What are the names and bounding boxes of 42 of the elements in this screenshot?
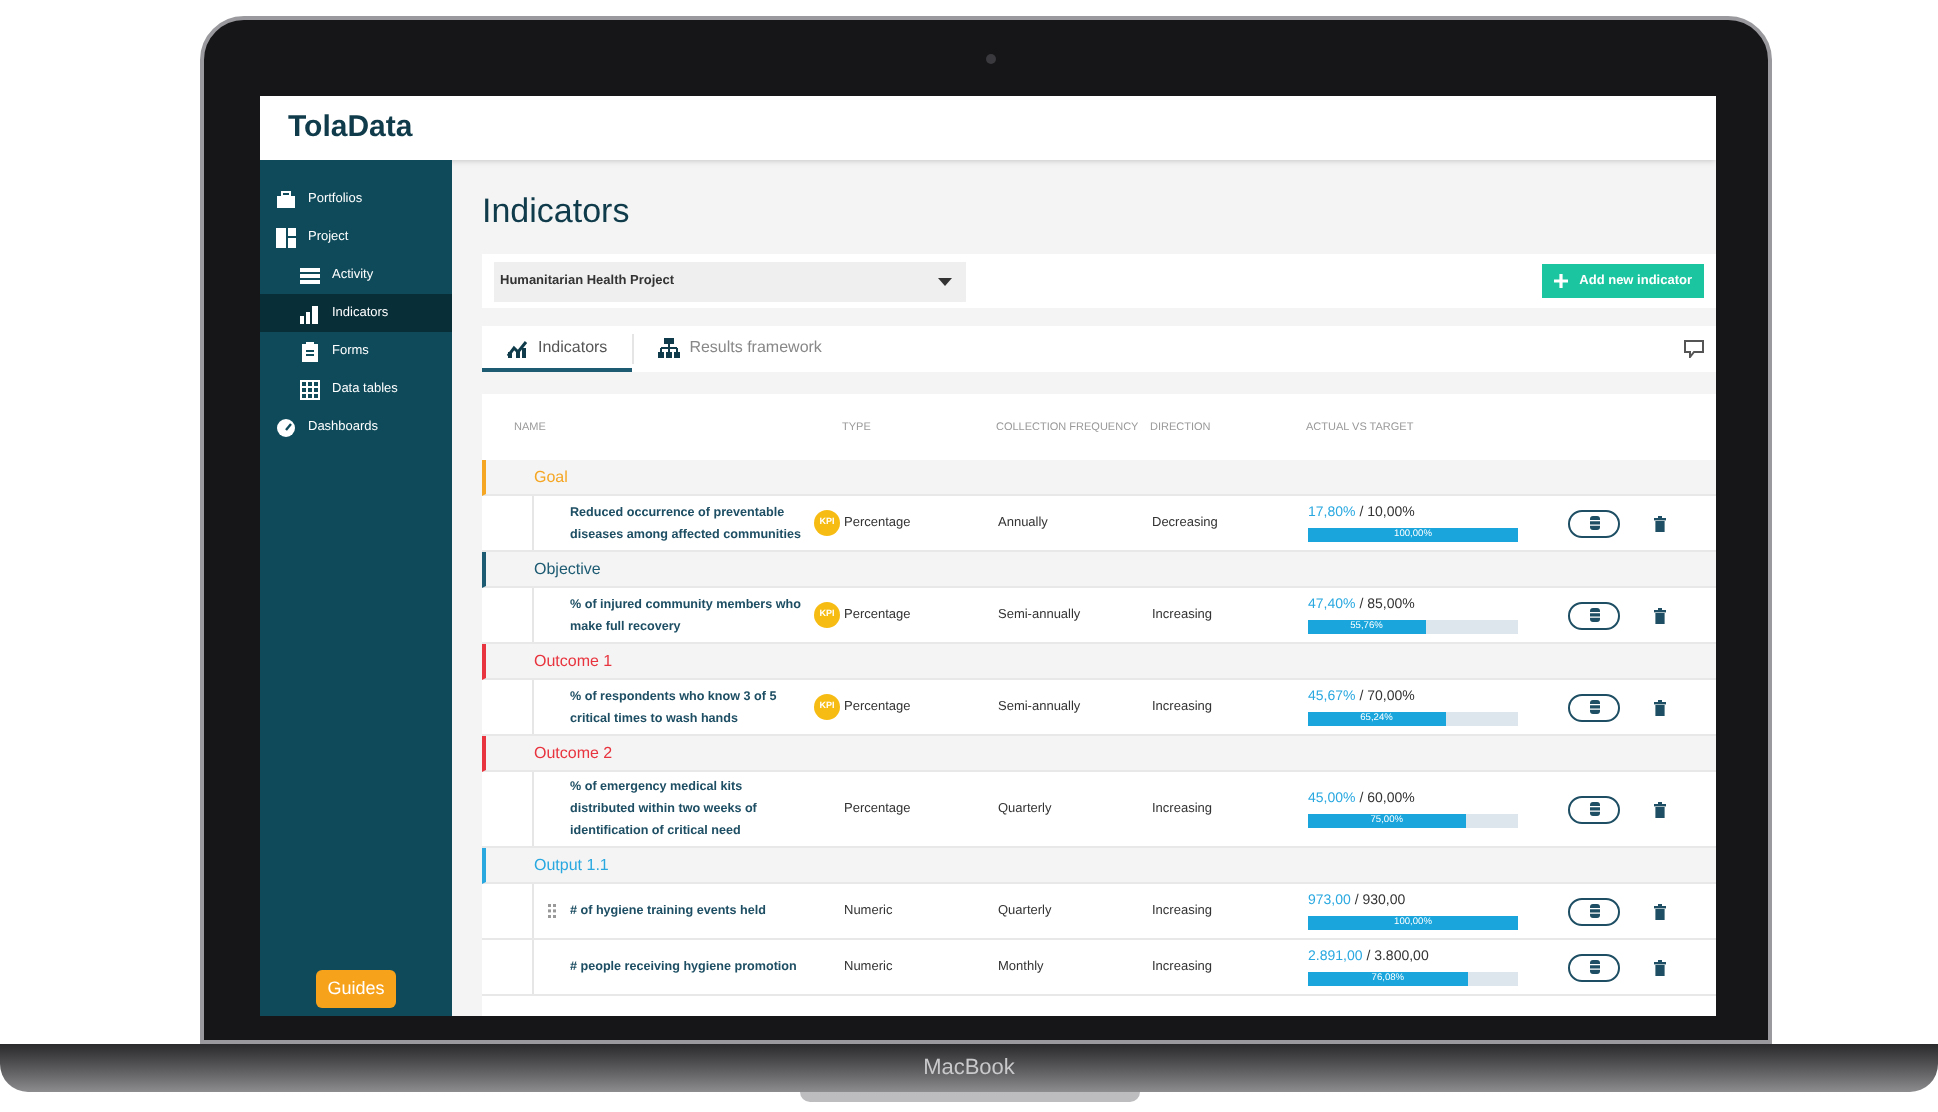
- table-icon: [300, 379, 322, 399]
- database-icon: [1589, 960, 1599, 974]
- tab[interactable]: Results framework: [633, 326, 846, 372]
- app-logo: TolaData: [288, 107, 413, 148]
- level-label: Outcome 1: [534, 649, 613, 673]
- trash-icon[interactable]: [1654, 515, 1666, 531]
- clipboard-icon: [300, 341, 322, 361]
- tab[interactable]: Indicators: [482, 326, 632, 372]
- data-button[interactable]: [1568, 953, 1620, 981]
- camera-icon: [986, 54, 996, 64]
- trash-icon[interactable]: [1654, 699, 1666, 715]
- data-button[interactable]: [1568, 601, 1620, 629]
- bar-chart-icon: [300, 303, 322, 323]
- data-button[interactable]: [1568, 795, 1620, 823]
- device-label: MacBook: [923, 1054, 1015, 1084]
- trash-icon[interactable]: [1654, 607, 1666, 623]
- list-icon: [300, 265, 322, 285]
- hierarchy-icon: [657, 337, 680, 357]
- level-label: Outcome 2: [534, 741, 613, 765]
- database-icon: [1589, 904, 1599, 918]
- level-label: Goal: [534, 465, 568, 489]
- data-button[interactable]: [1568, 693, 1620, 721]
- trash-icon[interactable]: [1654, 801, 1666, 817]
- drag-handle-icon[interactable]: [548, 904, 556, 918]
- page-title: Indicators: [482, 190, 632, 234]
- comment-icon: [1684, 340, 1704, 358]
- plus-icon: [1553, 274, 1568, 288]
- level-label: Objective: [534, 557, 601, 581]
- layout-icon: [276, 227, 298, 247]
- data-button[interactable]: [1568, 509, 1620, 537]
- database-icon: [1589, 700, 1599, 714]
- briefcase-icon: [276, 189, 298, 209]
- chart-icon: [506, 337, 528, 357]
- trash-icon[interactable]: [1654, 903, 1666, 919]
- trash-icon[interactable]: [1654, 959, 1666, 975]
- level-label: Output 1.1: [534, 853, 609, 877]
- database-icon: [1589, 802, 1599, 816]
- data-button[interactable]: [1568, 897, 1620, 925]
- caret-icon: [938, 277, 952, 285]
- gauge-icon: [276, 417, 298, 437]
- database-icon: [1589, 608, 1599, 622]
- database-icon: [1589, 516, 1599, 530]
